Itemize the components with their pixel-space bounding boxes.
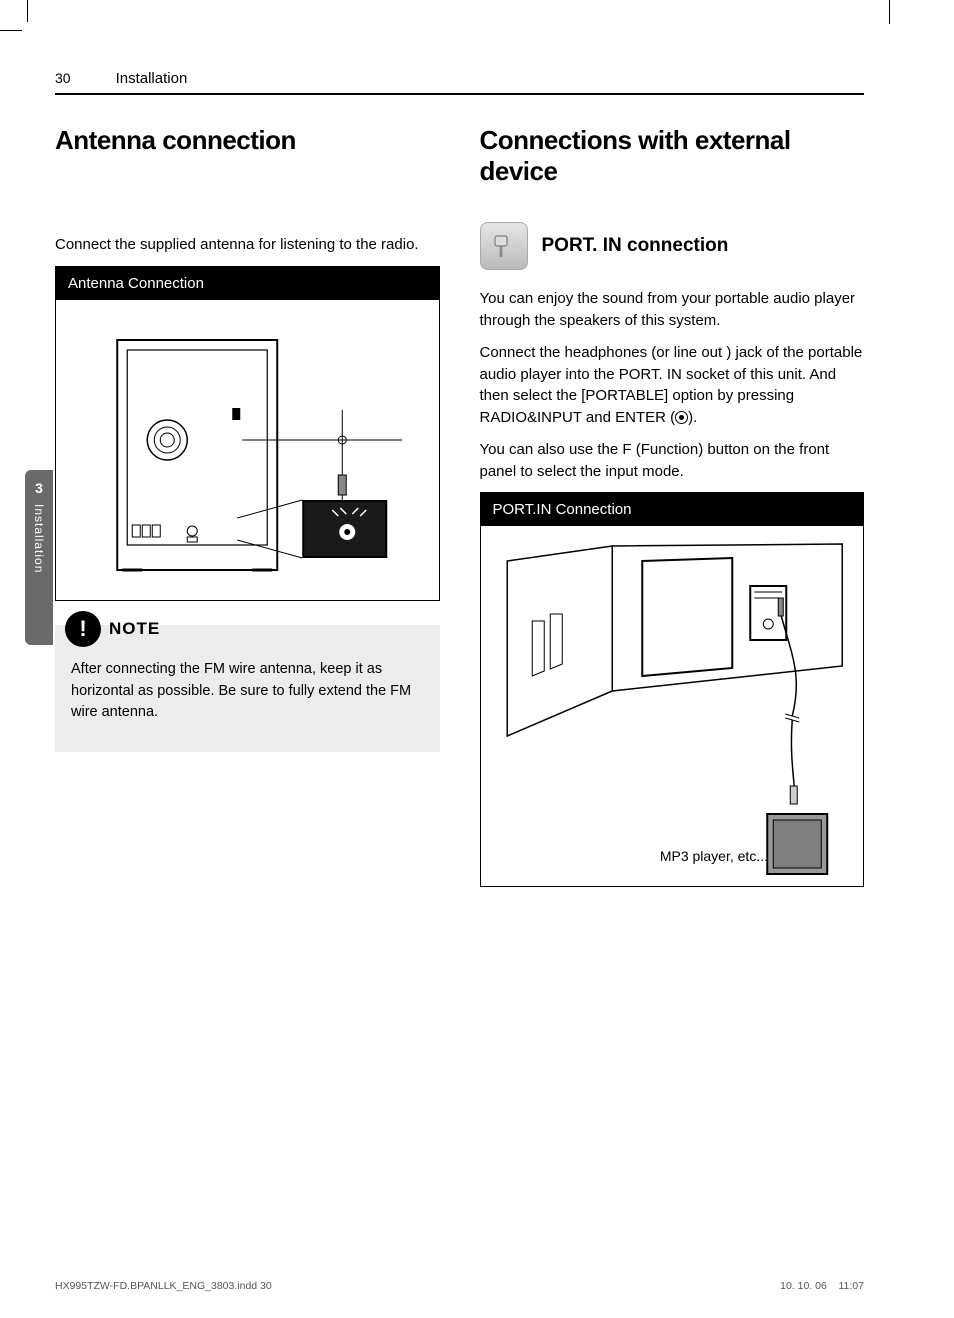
antenna-figure-title: Antenna Connection: [56, 267, 439, 300]
right-title: Connections with external device: [480, 125, 865, 187]
footer-date: 10. 10. 06: [780, 1280, 827, 1292]
portin-figure: PORT.IN Connection: [480, 492, 865, 887]
portin-p1: You can enjoy the sound from your portab…: [480, 288, 865, 332]
footer: HX995TZW-FD.BPANLLK_ENG_3803.indd 30 10.…: [55, 1280, 864, 1292]
jack-plug-icon: [489, 231, 519, 261]
header-section-title: Installation: [116, 70, 188, 87]
left-intro: Connect the supplied antenna for listeni…: [55, 234, 440, 256]
footer-datetime: 10. 10. 06 11:07: [780, 1280, 864, 1292]
enter-button-icon: [675, 411, 688, 424]
left-title: Antenna connection: [55, 125, 440, 156]
crop-mark: [889, 0, 890, 24]
antenna-diagram: [56, 300, 439, 600]
portin-diagram: MP3 player, etc...: [481, 526, 864, 886]
portin-p2b: ).: [688, 409, 697, 426]
footer-filename: HX995TZW-FD.BPANLLK_ENG_3803.indd 30: [55, 1280, 272, 1292]
mp3-player-label: MP3 player, etc...: [660, 848, 768, 864]
note-text: After connecting the FM wire antenna, ke…: [71, 659, 424, 724]
portin-heading: PORT. IN connection: [480, 222, 865, 270]
crop-mark: [0, 30, 22, 31]
portin-p3: You can also use the F (Function) button…: [480, 439, 865, 483]
page-number: 30: [55, 70, 71, 86]
crop-mark: [27, 0, 28, 22]
portin-title: PORT. IN connection: [542, 235, 729, 257]
side-tab-number: 3: [25, 480, 53, 496]
right-column: Connections with external device PORT. I…: [480, 125, 865, 887]
exclamation-icon: !: [65, 611, 101, 647]
left-column: Antenna connection Connect the supplied …: [55, 125, 440, 887]
side-tab-label: Installation: [32, 504, 46, 573]
portin-figure-title: PORT.IN Connection: [481, 493, 864, 526]
side-tab: 3 Installation: [25, 470, 53, 645]
antenna-figure: Antenna Connection: [55, 266, 440, 601]
portin-p2: Connect the headphones (or line out ) ja…: [480, 342, 865, 429]
portin-p2a: Connect the headphones (or line out ) ja…: [480, 344, 863, 426]
antenna-svg-icon: [56, 300, 439, 600]
note-badge: ! NOTE: [65, 611, 160, 647]
note-box: ! NOTE After connecting the FM wire ante…: [55, 625, 440, 752]
note-label: NOTE: [109, 619, 160, 639]
page-content: 30 Installation 3 Installation Antenna c…: [55, 70, 864, 1268]
portin-icon: [480, 222, 528, 270]
footer-time: 11:07: [839, 1280, 865, 1292]
portin-svg-icon: [481, 526, 864, 886]
page-header: 30 Installation: [55, 70, 864, 95]
